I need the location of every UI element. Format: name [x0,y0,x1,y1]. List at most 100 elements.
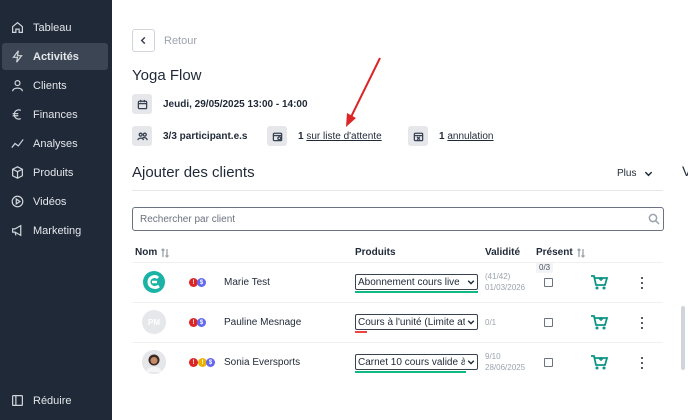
participants-count: 3/3 participant.e.s [163,131,248,142]
sidebar-item-marketing[interactable]: Marketing [2,217,108,244]
row-divider [132,302,663,303]
avatar [142,270,166,294]
back-button[interactable] [132,29,155,52]
column-header-name[interactable]: Nom [135,247,170,258]
collapse-label: Réduire [33,394,72,407]
product-select[interactable]: Cours à l'unité (Limite at [355,314,478,330]
main-content: Retour Yoga Flow Jeudi, 29/05/2025 13:00… [112,0,688,420]
add-to-cart-button[interactable] [590,273,609,291]
add-to-cart-button[interactable] [590,313,609,331]
avatar: PM [142,310,166,334]
session-datetime: Jeudi, 29/05/2025 13:00 - 14:00 [163,99,308,110]
sidebar-item-videos[interactable]: Vidéos [2,188,108,215]
cart-icon [591,315,609,330]
product-usage-bar [355,291,478,293]
chevron-down-icon [465,358,477,366]
box-icon [11,166,24,179]
row-menu-button[interactable] [639,277,645,289]
payment-badge-icon: $ [197,318,206,327]
sidebar-item-label: Tableau [33,21,72,34]
section-divider [132,190,663,191]
present-count: 0/3 [536,262,554,273]
bolt-icon [11,50,24,63]
add-clients-title: Ajouter des clients [132,164,255,181]
status-badges: ! ! $ [189,358,215,367]
validity-info: 9/10 28/06/2025 [485,352,526,372]
chevron-down-icon [465,278,477,286]
sidebar-item-analyses[interactable]: Analyses [2,130,108,157]
sidebar-item-label: Marketing [33,224,82,237]
participants-icon [132,126,152,146]
header-divider [132,262,663,263]
profile-photo-icon [142,350,166,374]
sort-icon [161,247,170,258]
waitlist-link[interactable]: sur liste d'attente [306,131,381,142]
sidebar-item-clients[interactable]: Clients [2,72,108,99]
payment-badge-icon: $ [197,278,206,287]
more-dropdown[interactable]: Plus [617,168,653,179]
chart-line-icon [11,137,24,150]
back-label[interactable]: Retour [164,35,197,47]
cancel-calendar-icon [408,126,428,146]
sidebar-item-label: Clients [33,79,67,92]
column-header-products: Produits [355,247,396,258]
home-icon [11,21,24,34]
sidebar-item-finances[interactable]: Finances [2,101,108,128]
cancellation-link[interactable]: annulation [447,131,493,142]
status-badges: ! $ [189,318,206,327]
waitlist-icon [267,126,287,146]
product-usage-bar [355,371,466,373]
sidebar-item-activites[interactable]: Activités [2,43,108,70]
brand-logo-icon [143,271,165,293]
more-label: Plus [617,168,637,179]
chevron-down-icon [645,171,653,177]
cart-icon [591,275,609,290]
row-menu-button[interactable] [639,357,645,369]
payment-badge-icon: $ [206,358,215,367]
client-name[interactable]: Marie Test [224,277,270,288]
sidebar-item-label: Activités [33,50,79,63]
present-checkbox[interactable] [544,318,553,327]
search-icon [648,212,660,225]
page-title: Yoga Flow [132,67,202,84]
user-icon [11,79,24,92]
avatar [142,350,166,374]
column-header-validity: Validité [485,247,521,258]
cart-icon [591,355,609,370]
sidebar-item-label: Finances [33,108,78,121]
cancel-count: 1 [439,131,445,142]
validity-info: 0/1 [485,318,497,327]
client-name[interactable]: Sonia Eversports [224,357,300,368]
client-name[interactable]: Pauline Mesnage [224,317,301,328]
annotation-arrow [346,57,381,127]
product-select[interactable]: Abonnement cours live [355,274,478,290]
client-search-input[interactable] [132,207,664,231]
scrollbar[interactable] [681,306,685,370]
sort-icon [576,247,585,258]
cutoff-text: V [682,163,688,179]
sidebar-item-label: Produits [33,166,74,179]
row-menu-button[interactable] [639,317,645,329]
sidebar-item-produits[interactable]: Produits [2,159,108,186]
chevron-down-icon [465,318,477,326]
row-divider [132,342,663,343]
collapse-icon [11,394,24,407]
sidebar-item-label: Vidéos [33,195,67,208]
calendar-icon [132,94,152,114]
present-checkbox[interactable] [544,278,553,287]
product-usage-bar [355,331,367,333]
add-to-cart-button[interactable] [590,353,609,371]
alert-badge-icon: ! [189,358,198,367]
validity-info: (41/42) 01/03/2026 [485,272,526,292]
chevron-left-icon [140,36,146,45]
megaphone-icon [11,224,24,237]
present-checkbox[interactable] [544,358,553,367]
waitlist-count: 1 [298,131,304,142]
column-header-present[interactable]: Présent [536,247,586,258]
product-select[interactable]: Carnet 10 cours valide à [355,354,478,370]
status-badges: ! $ [189,278,206,287]
euro-icon [11,108,24,121]
sidebar: Tableau Activités Clients Finances Analy… [0,0,112,420]
collapse-sidebar-button[interactable]: Réduire [2,387,108,414]
sidebar-item-tableau[interactable]: Tableau [2,14,108,41]
